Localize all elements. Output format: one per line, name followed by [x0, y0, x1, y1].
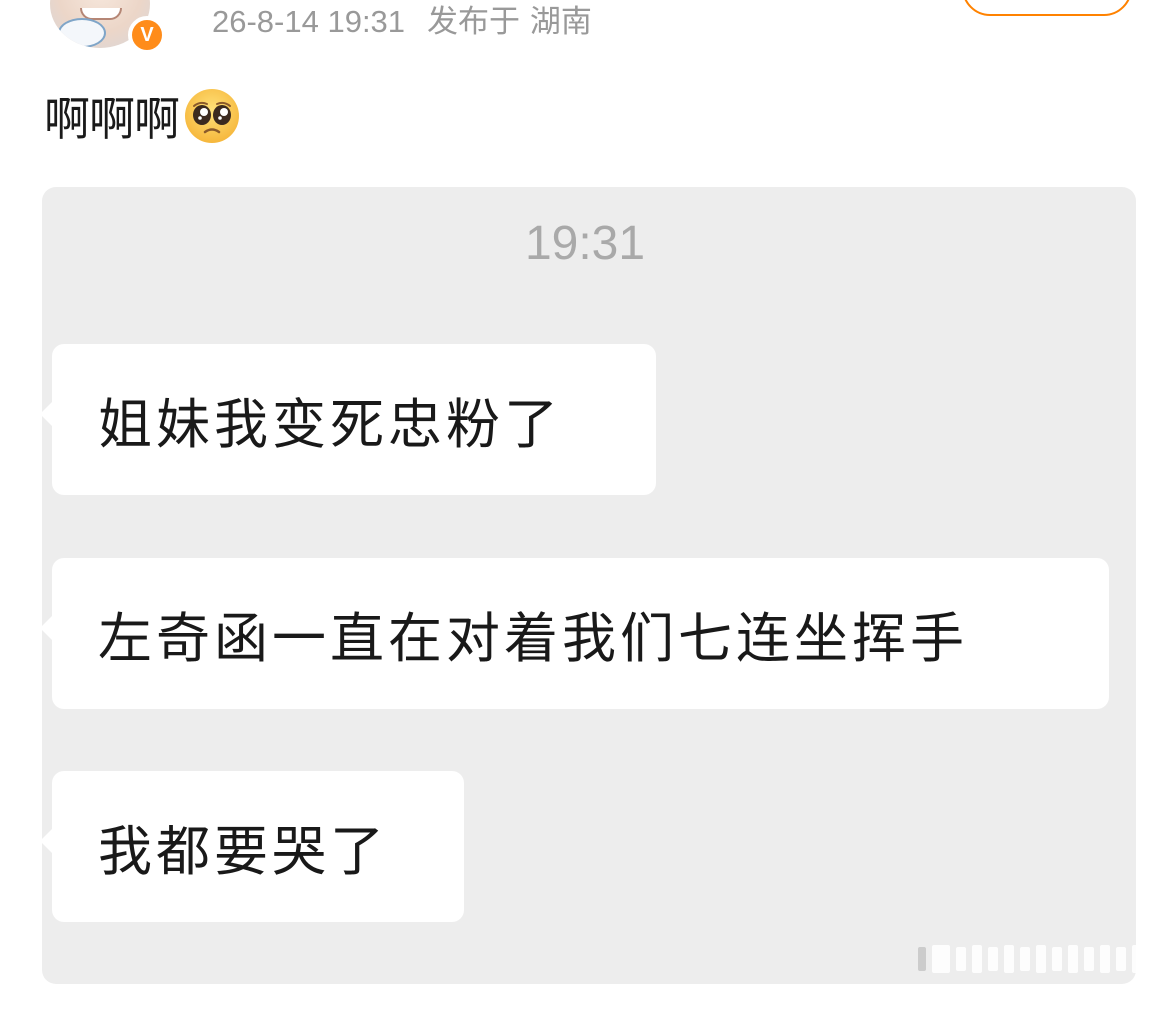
chat-bubble: 姐妹我变死忠粉了 — [40, 344, 656, 495]
chat-bubble: 左奇函一直在对着我们七连坐挥手 — [40, 558, 1109, 709]
post-body: 啊啊啊 — [44, 84, 241, 148]
post-timestamp: 26-8-14 19:31 — [212, 4, 406, 39]
chat-message-text: 我都要哭了 — [98, 820, 388, 883]
weibo-post-page: V 26-8-14 19:31 发布于 湖南 啊啊啊 19:31 姐妹我变死忠粉… — [0, 0, 1170, 1031]
avatar-doodle — [58, 18, 106, 48]
chat-message-text: 姐妹我变死忠粉了 — [98, 393, 562, 456]
post-text: 啊啊啊 — [44, 92, 180, 146]
post-location: 发布于 湖南 — [427, 4, 592, 40]
watermark-icon — [918, 942, 1170, 976]
post-meta: 26-8-14 19:31 发布于 湖南 — [212, 2, 592, 42]
chat-timestamp: 19:31 — [524, 217, 646, 270]
chat-message-text: 左奇函一直在对着我们七连坐挥手 — [98, 607, 968, 670]
pleading-face-emoji-icon — [183, 87, 241, 145]
follow-button[interactable] — [962, 0, 1132, 16]
chat-bubble: 我都要哭了 — [40, 771, 464, 922]
verified-badge-icon: V — [128, 16, 166, 54]
